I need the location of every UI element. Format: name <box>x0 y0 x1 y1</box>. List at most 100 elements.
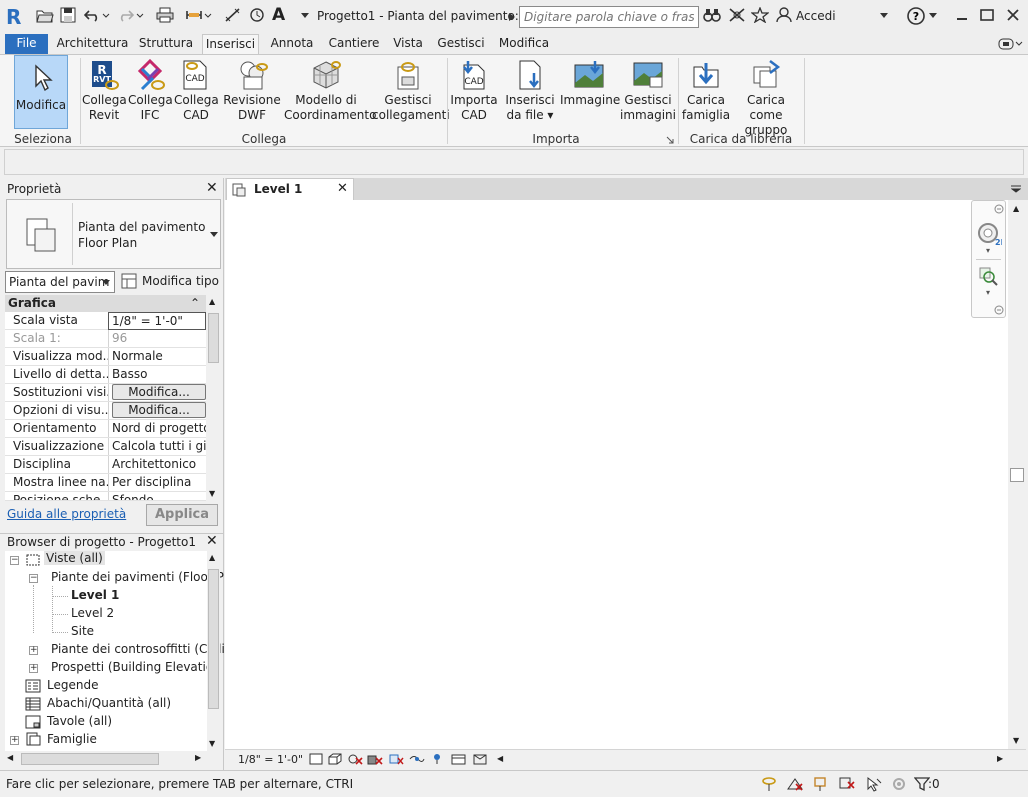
manage-links-button[interactable]: Gestisci collegamenti <box>372 55 450 133</box>
tab-inserisci[interactable]: Inserisci <box>202 34 259 54</box>
zoom-dropdown-icon[interactable]: ▾ <box>986 288 990 297</box>
link-ifc-button[interactable]: Collega IFC <box>128 55 173 133</box>
tree-node-level-2[interactable]: Level 2 <box>71 606 114 620</box>
text-tool-icon[interactable]: A <box>272 5 285 25</box>
edit-type-button[interactable]: Modifica tipo <box>142 274 219 288</box>
property-value[interactable]: Nord di progetto <box>108 420 206 437</box>
steering-wheel-dropdown-icon[interactable]: ▾ <box>986 246 990 255</box>
property-row[interactable]: Mostra linee na... Per disciplina <box>5 474 206 492</box>
scroll-up-arrow[interactable]: ▲ <box>209 553 215 562</box>
drawing-canvas[interactable] <box>225 200 1008 749</box>
worksharing-display-icon[interactable] <box>472 753 488 765</box>
open-icon[interactable] <box>36 7 54 23</box>
show-crop-region-icon[interactable] <box>409 753 425 765</box>
temporary-hide-icon[interactable] <box>432 753 442 765</box>
expand-ceiling-plans-icon[interactable]: + <box>29 646 38 655</box>
property-row[interactable]: Orientamento Nord di progetto <box>5 420 206 438</box>
property-value[interactable]: Calcola tutti i gi... <box>108 438 206 455</box>
print-icon[interactable] <box>156 7 174 23</box>
import-cad-button[interactable]: CAD Importa CAD <box>450 55 498 133</box>
scroll-thumb[interactable] <box>208 313 219 363</box>
navigation-bar-options-icon[interactable] <box>994 305 1004 315</box>
tab-architettura[interactable]: Architettura <box>55 34 130 54</box>
property-row[interactable]: Posizione sche... Sfondo <box>5 492 206 501</box>
quick-access-dropdown-icon[interactable] <box>300 12 310 20</box>
property-row[interactable]: Visualizza mod... Normale <box>5 348 206 366</box>
canvas-vertical-scrollbar[interactable]: ▲ ▼ <box>1008 200 1026 749</box>
minimize-icon[interactable] <box>954 7 970 23</box>
aligned-dimension-icon[interactable] <box>224 7 242 23</box>
load-as-group-button[interactable]: Carica come gruppo <box>732 55 800 137</box>
property-value[interactable]: Sfondo <box>108 492 206 500</box>
help-dropdown-icon[interactable] <box>928 12 938 20</box>
tree-node-schedules[interactable]: Abachi/Quantità (all) <box>47 696 171 710</box>
collapse-floor-plans-icon[interactable]: − <box>29 574 38 583</box>
property-value-input[interactable]: 1/8" = 1'-0" <box>108 312 206 330</box>
property-value[interactable]: Basso <box>108 366 206 383</box>
binoculars-icon[interactable] <box>703 7 721 23</box>
image-button[interactable]: Immagine <box>560 55 620 133</box>
communication-center-icon[interactable] <box>728 7 746 23</box>
tab-gestisci[interactable]: Gestisci <box>434 34 488 54</box>
select-pinned-icon[interactable] <box>812 776 830 792</box>
edit-display-options-button[interactable]: Modifica... <box>112 402 206 418</box>
login-dropdown-icon[interactable] <box>879 12 889 20</box>
tab-modifica[interactable]: Modifica <box>494 34 554 54</box>
drag-elements-icon[interactable] <box>864 776 882 792</box>
tree-node-views[interactable]: Viste (all) <box>44 551 105 565</box>
tab-struttura[interactable]: Struttura <box>136 34 196 54</box>
detail-level-icon[interactable] <box>309 753 323 765</box>
scroll-thumb[interactable] <box>1010 468 1024 482</box>
collapse-views-icon[interactable]: − <box>10 556 19 565</box>
user-icon[interactable] <box>776 7 792 23</box>
load-family-button[interactable]: Carica famiglia <box>680 55 732 133</box>
coordination-model-button[interactable]: Modello di Coordinamento <box>284 55 376 133</box>
instance-filter-select[interactable]: Pianta del pavim <box>5 271 115 293</box>
modify-button[interactable]: Modifica <box>14 55 68 129</box>
view-tab-level-1[interactable]: Level 1 ✕ <box>226 178 354 200</box>
expand-elevations-icon[interactable]: + <box>29 664 38 673</box>
scroll-down-arrow[interactable]: ▼ <box>209 739 215 748</box>
help-icon[interactable]: ? <box>906 6 926 26</box>
tree-node-legends[interactable]: Legende <box>47 678 98 692</box>
favorites-star-icon[interactable] <box>751 7 769 23</box>
scroll-up-arrow[interactable]: ▲ <box>1013 204 1019 213</box>
tab-vista[interactable]: Vista <box>389 34 427 54</box>
login-label[interactable]: Accedi <box>796 9 836 23</box>
ribbon-options-icon[interactable] <box>998 38 1024 50</box>
select-links-icon[interactable] <box>760 776 778 792</box>
sun-path-icon[interactable] <box>347 753 363 765</box>
manage-images-button[interactable]: Gestisci immagini <box>620 55 676 133</box>
scroll-thumb[interactable] <box>208 569 219 709</box>
tree-node-families[interactable]: Famiglie <box>47 732 97 746</box>
property-row[interactable]: Disciplina Architettonico <box>5 456 206 474</box>
property-row[interactable]: Livello di detta... Basso <box>5 366 206 384</box>
view-bar-scroll-right-icon[interactable]: ▶ <box>997 754 1003 763</box>
crop-view-icon[interactable] <box>388 753 404 765</box>
tab-annota[interactable]: Annota <box>266 34 318 54</box>
scroll-thumb[interactable] <box>21 753 159 765</box>
properties-close-icon[interactable]: ✕ <box>206 180 218 196</box>
property-row[interactable]: Visualizzazione ...Calcola tutti i gi... <box>5 438 206 456</box>
dwf-markup-button[interactable]: Revisione DWF <box>222 55 282 133</box>
select-underlay-icon[interactable] <box>786 776 804 792</box>
steering-wheel-2d-icon[interactable]: 2D <box>976 221 1002 247</box>
scroll-down-arrow[interactable]: ▼ <box>209 489 215 498</box>
property-row[interactable]: Opzioni di visu... Modifica... <box>5 402 206 420</box>
tree-node-elevations[interactable]: Prospetti (Building Elevation <box>51 660 221 674</box>
close-window-icon[interactable] <box>1005 7 1021 23</box>
tab-list-dropdown-icon[interactable] <box>1011 185 1021 193</box>
navigation-bar-close-icon[interactable] <box>994 204 1004 214</box>
properties-help-link[interactable]: Guida alle proprietà <box>7 507 126 521</box>
insert-from-file-button[interactable]: Inserisci da file ▾ <box>504 55 556 133</box>
scroll-down-arrow[interactable]: ▼ <box>1013 736 1019 745</box>
shadows-icon[interactable] <box>367 753 383 765</box>
scroll-up-arrow[interactable]: ▲ <box>209 297 215 306</box>
expand-families-icon[interactable]: + <box>10 736 19 745</box>
tree-node-floor-plans[interactable]: Piante dei pavimenti (Floor Pl <box>51 570 227 584</box>
maximize-icon[interactable] <box>979 7 995 23</box>
reveal-hidden-icon[interactable] <box>451 753 467 765</box>
link-revit-button[interactable]: RVT R Collega Revit <box>82 55 127 133</box>
view-scale[interactable]: 1/8" = 1'-0" <box>238 753 303 766</box>
apply-button[interactable]: Applica <box>146 504 218 526</box>
